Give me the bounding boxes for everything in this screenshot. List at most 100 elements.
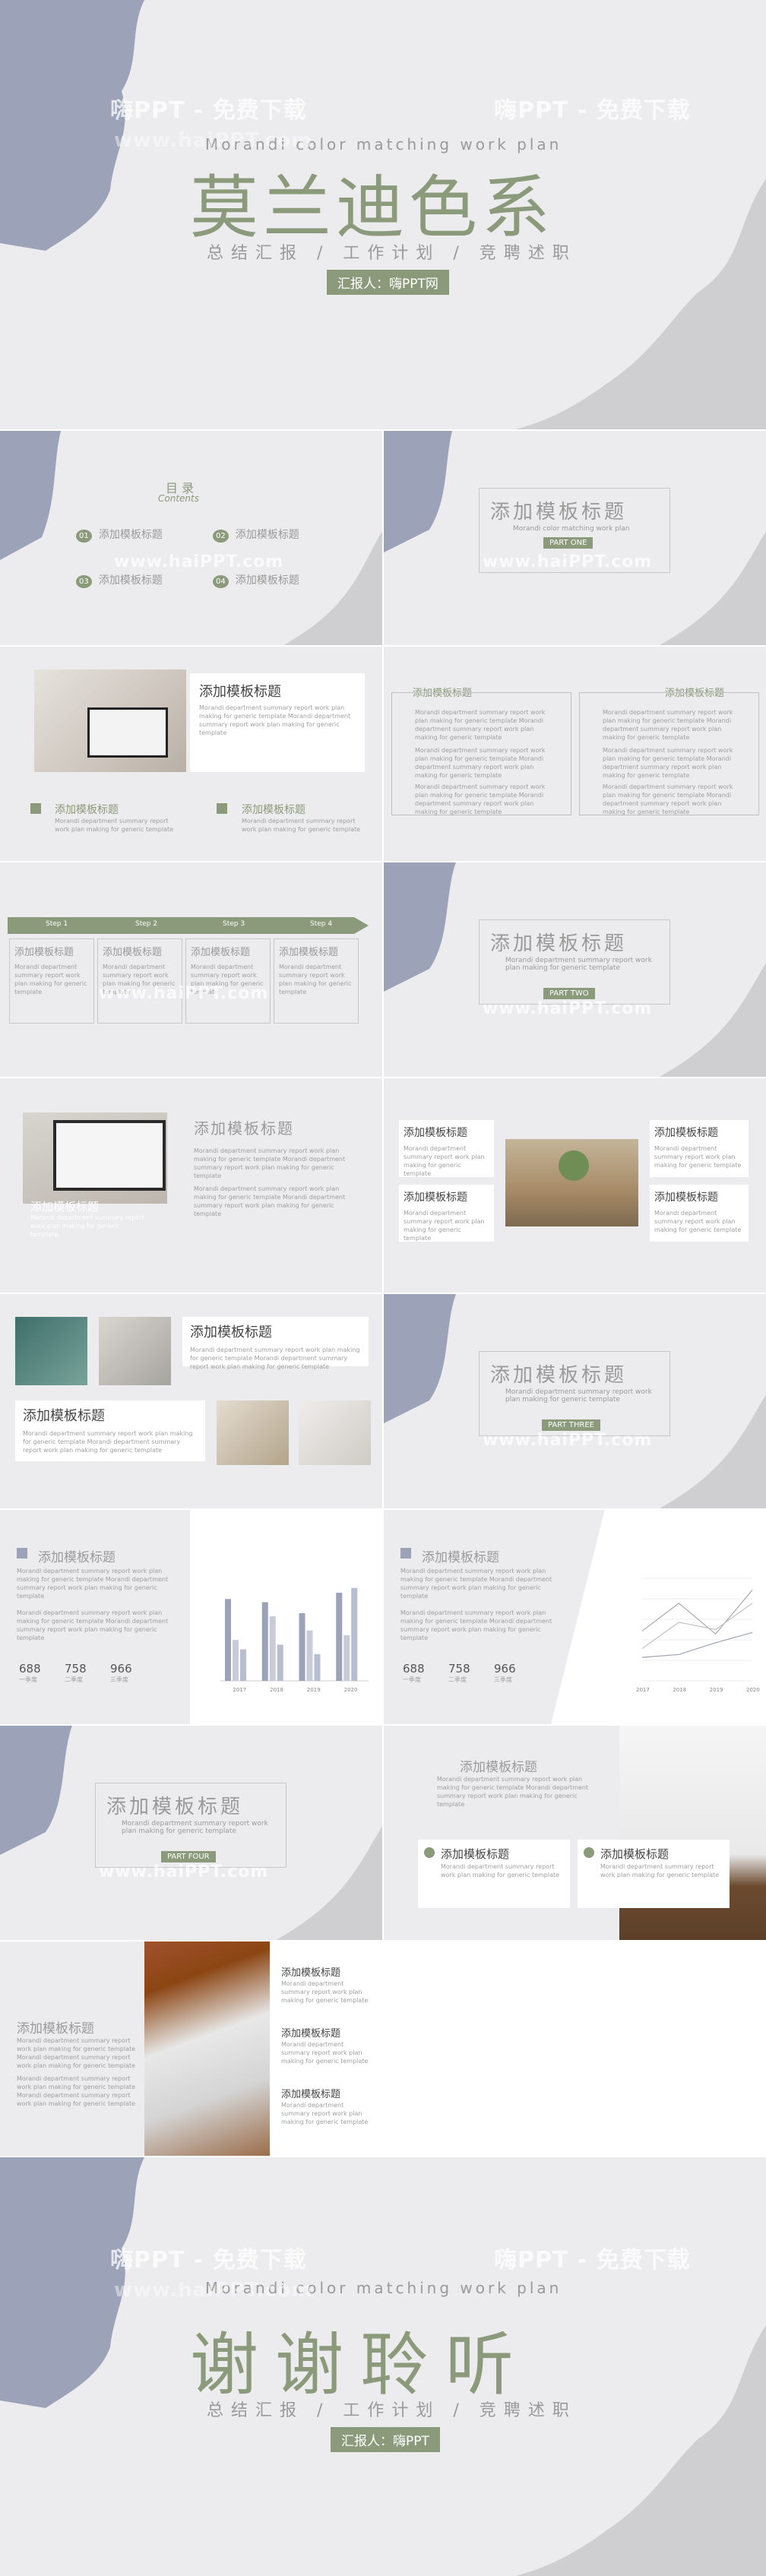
slide-contents: 目 录 Contents 01 添加模板标题 02 添加模板标题 03 添加模板… [0,431,382,645]
teal-photo [15,1317,87,1385]
contents-num: 02 [213,530,229,543]
watermark: www.haiPPT.com [99,984,269,1003]
grey-brush-stroke [660,963,766,1077]
stat-3: 966 三季度 [110,1662,132,1684]
bar [269,1616,276,1681]
card-title: 添加模板标题 [23,1408,105,1424]
card-title: 添加模板标题 [441,1847,510,1861]
cover-reporter: 汇报人：嗨PPT网 [327,270,449,295]
section-title: 添加模板标题 [490,1364,628,1387]
step-col-3: 添加模板标题 Morandi department summary report… [185,938,271,1024]
stat-value: 966 [494,1662,516,1676]
lavender-brush-stroke [384,431,452,552]
list-body: Morandi department summary report work p… [281,1980,369,2004]
card-title: 添加模板标题 [404,1127,467,1139]
stat-3: 966 三季度 [494,1662,516,1684]
card-lower: 添加模板标题 Morandi department summary report… [15,1400,205,1461]
scissors-photo [299,1400,371,1465]
list-title: 添加模板标题 [281,2028,341,2040]
step-body: Morandi department summary report work p… [14,964,87,995]
bar [261,1602,268,1681]
slide-section-four: 添加模板标题 Morandi department summary report… [0,1726,382,1940]
list-body: Morandi department summary report work p… [281,2102,369,2125]
tick-label: 2018 [270,1687,283,1693]
chart-desc-2: Morandi department summary report work p… [400,1609,552,1641]
stat-label: 二季度 [65,1676,83,1683]
stat-label: 三季度 [494,1676,512,1683]
card-body: Morandi department summary report work p… [199,704,351,736]
lavender-brush-stroke [0,431,61,560]
watermark-line1b: 嗨PPT - 免费下载 [494,2247,691,2274]
contents-heading-en: Contents [158,493,199,504]
stat-1: 688 一季度 [19,1662,41,1684]
slide-photo-collage: 添加模板标题 Morandi department summary report… [0,1294,382,1508]
stat-label: 一季度 [19,1676,37,1683]
watermark-line1: 嗨PPT - 免费下载 [110,2247,307,2274]
contents-item-02[interactable]: 02 添加模板标题 [213,527,299,543]
section-part: PART TWO [543,988,595,999]
step-body: Morandi department summary report work p… [279,964,352,995]
card-upper: 添加模板标题 Morandi department summary report… [182,1317,369,1370]
list-panel: 添加模板标题 Morandi department summary report… [270,1941,382,2156]
step-col-4: 添加模板标题 Morandi department summary report… [274,938,359,1024]
bar [343,1635,350,1681]
plant-shape [559,1150,589,1181]
bar [299,1612,305,1681]
contents-item-03[interactable]: 03 添加模板标题 [76,572,163,588]
step-3-label: Step 3 [223,920,245,928]
slide-title: 添加模板标题 [17,2021,94,2036]
section-title: 添加模板标题 [490,501,628,524]
contents-label: 添加模板标题 [98,574,163,587]
feature-title: 添加模板标题 [242,804,305,816]
grey-brush-stroke [515,2325,766,2576]
bar [233,1640,239,1681]
card-top-left: 添加模板标题 Morandi department summary report… [399,1120,494,1177]
contents-num: 03 [76,575,92,588]
box-text: Morandi department summary report work p… [415,709,546,741]
watermark: www.haiPPT.com [483,1431,653,1450]
card-body: Morandi department summary report work p… [441,1863,560,1878]
photo-caption: 添加模板标题 [30,1200,100,1214]
card-title: 添加模板标题 [654,1127,718,1139]
chart-icon [17,1548,27,1559]
slide-title: 添加模板标题 [194,1119,294,1138]
contents-item-01[interactable]: 01 添加模板标题 [76,527,163,543]
stat-value: 758 [448,1662,470,1676]
card-title: 添加模板标题 [404,1191,467,1204]
card-top-right: 添加模板标题 Morandi department summary report… [650,1120,749,1177]
chart-panel: 2017 2018 2019 2020 [190,1510,382,1724]
bar [277,1644,283,1681]
bar-chart: 2017 2018 2019 2020 [220,1587,369,1693]
watermark: www.haiPPT.com [114,552,284,571]
card-body: Morandi department summary report work p… [654,1210,742,1233]
bar [336,1593,343,1681]
shelf-photo [99,1317,171,1385]
card-icon [424,1847,435,1858]
step-4-label: Step 4 [310,920,333,928]
contents-item-04[interactable]: 04 添加模板标题 [213,572,299,588]
slide-laptop-text: 添加模板标题 Morandi department summary report… [0,1078,382,1293]
stat-value: 688 [19,1662,41,1676]
bar [225,1599,231,1681]
slide-section-two: 添加模板标题 Morandi department summary report… [384,862,766,1077]
lavender-brush-stroke [0,1726,72,1855]
bar [306,1630,313,1681]
section-title: 添加模板标题 [490,932,628,955]
line-chart: 2017 2018 2019 2020 [636,1578,760,1693]
watermark-line2: www.haiPPT.com [114,129,313,152]
section-en: Morandi department summary report work p… [505,1388,652,1404]
stat-label: 一季度 [403,1676,421,1683]
watermark-line1b: 嗨PPT - 免费下载 [494,97,691,124]
stat-1: 688 一季度 [403,1662,425,1684]
step-title: 添加模板标题 [191,947,251,958]
list-body: Morandi department summary report work p… [281,2041,369,2065]
box-text: Morandi department summary report work p… [603,709,733,741]
card-bottom-right: 添加模板标题 Morandi department summary report… [650,1185,749,1242]
watermark-line1: 嗨PPT - 免费下载 [110,97,307,124]
slide-title: 添加模板标题 [460,1760,537,1775]
contents-label: 添加模板标题 [235,529,299,541]
tick-label: 2017 [636,1687,650,1693]
content-card: 添加模板标题 Morandi department summary report… [190,673,365,772]
slide-four-cards: 添加模板标题 Morandi department summary report… [384,1078,766,1293]
lavender-brush-stroke [384,862,456,992]
